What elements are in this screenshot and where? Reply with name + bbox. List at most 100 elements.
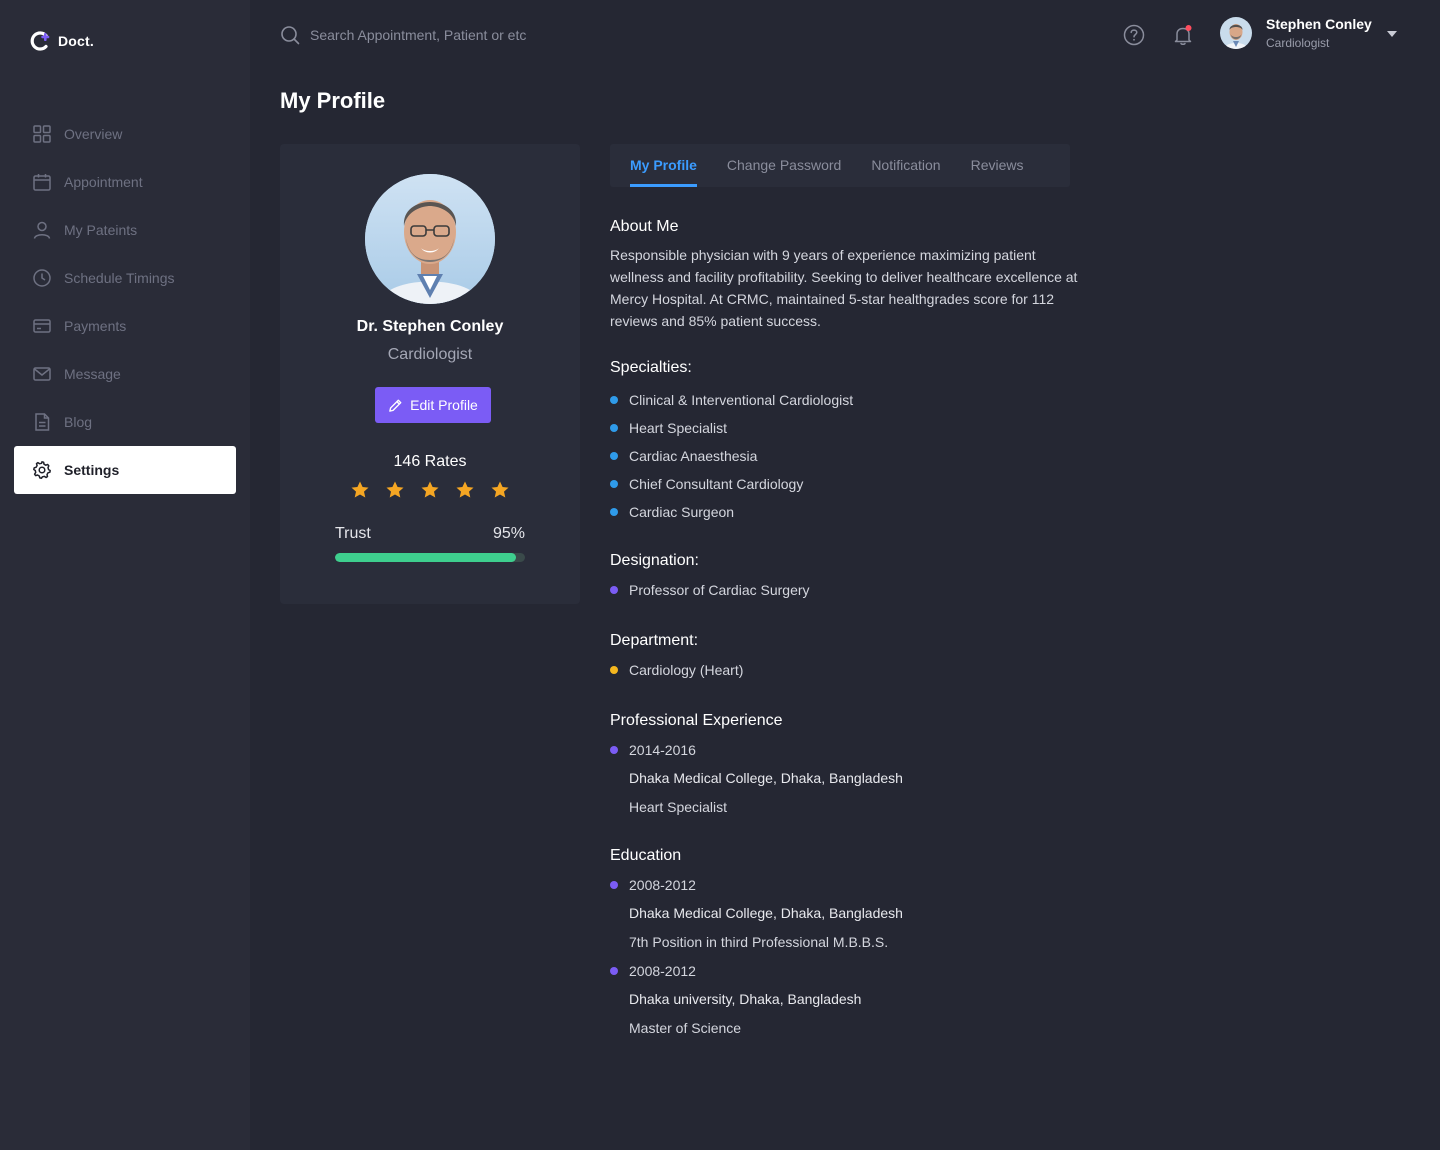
logo-text: Doct. [58,33,94,49]
calendar-icon [33,174,51,191]
education-years: 2008-2012 [629,963,696,979]
star-icon [421,481,439,498]
sidebar: Doct. Overview Appointment My Pateints S… [0,0,250,1150]
sidebar-item-overview[interactable]: Overview [14,110,236,158]
page-title: My Profile [280,88,386,113]
education-detail: 7th Position in third Professional M.B.B… [629,934,889,950]
star-icon [386,481,404,498]
list-item: Clinical & Interventional Cardiologist [610,386,1080,414]
trust-label: Trust [335,525,371,542]
experience-title: Professional Experience [610,712,783,729]
experience-place: Dhaka Medical College, Dhaka, Bangladesh [629,770,903,786]
list-item: 2008-2012 [610,871,1080,899]
profile-details: About Me Responsible physician with 9 ye… [610,218,1080,1043]
star-icon [491,481,509,498]
search-input[interactable] [310,27,670,43]
logo-icon [30,31,50,51]
education-place: Dhaka Medical College, Dhaka, Bangladesh [629,905,903,921]
list-item: Cardiac Anaesthesia [610,442,1080,470]
pencil-icon [389,399,402,412]
sidebar-item-blog[interactable]: Blog [14,398,236,446]
sidebar-item-label: Overview [64,126,123,142]
bullet-dot [610,666,618,674]
about-title: About Me [610,218,679,235]
sidebar-item-payments[interactable]: Payments [14,302,236,350]
designation-title: Designation: [610,552,699,569]
list-item: Heart Specialist [610,414,1080,442]
edit-profile-label: Edit Profile [410,397,478,413]
sidebar-item-label: Message [64,366,121,382]
designation-list: Professor of Cardiac Surgery [610,576,1080,604]
profile-tabs: My Profile Change Password Notification … [610,144,1070,187]
profile-name: Dr. Stephen Conley [356,318,504,335]
bullet-dot [610,967,618,975]
logo[interactable]: Doct. [30,30,94,52]
list-item: 2008-2012 [610,957,1080,985]
sidebar-nav: Overview Appointment My Pateints Schedul… [14,110,236,494]
experience-list: 2014-2016 [610,736,1080,764]
specialties-title: Specialties: [610,359,692,376]
help-icon[interactable] [1123,24,1145,46]
department-label: Cardiology (Heart) [629,662,744,678]
designation-label: Professor of Cardiac Surgery [629,582,810,598]
bullet-dot [610,452,618,460]
search-icon [281,26,300,45]
avatar [1220,17,1252,49]
education-list: 2008-2012 [610,871,1080,899]
sidebar-item-schedule-timings[interactable]: Schedule Timings [14,254,236,302]
edit-profile-button[interactable]: Edit Profile [375,387,491,423]
tab-notification[interactable]: Notification [871,144,940,187]
education-list: 2008-2012 [610,957,1080,985]
user-menu[interactable]: Stephen Conley Cardiologist [1220,16,1397,50]
notification-dot [1185,25,1192,31]
trust-progress-fill [335,553,516,562]
list-item: Cardiology (Heart) [610,656,1080,684]
grid-icon [33,125,51,143]
user-info: Stephen Conley Cardiologist [1266,16,1372,50]
bell-icon[interactable] [1172,24,1194,46]
sidebar-item-message[interactable]: Message [14,350,236,398]
bullet-dot [610,746,618,754]
education-title: Education [610,847,682,864]
bullet-dot [610,396,618,404]
clock-icon [33,269,51,287]
tab-reviews[interactable]: Reviews [971,144,1024,187]
user-name: Stephen Conley [1266,16,1372,32]
list-item: Cardiac Surgeon [610,498,1080,526]
list-item: Professor of Cardiac Surgery [610,576,1080,604]
rating-stars [350,480,510,500]
sidebar-item-label: Schedule Timings [64,270,175,286]
experience-detail: Heart Specialist [629,799,728,815]
specialties-list: Clinical & Interventional Cardiologist H… [610,386,1080,526]
search-bar [280,24,680,46]
star-icon [351,481,369,498]
about-text: Responsible physician with 9 years of ex… [610,247,1078,329]
specialty-label: Chief Consultant Cardiology [629,476,804,492]
specialty-label: Cardiac Surgeon [629,504,735,520]
profile-card: Dr. Stephen Conley Cardiologist Edit Pro… [280,144,580,604]
sidebar-item-appointment[interactable]: Appointment [14,158,236,206]
document-icon [35,413,50,431]
user-role: Cardiologist [1266,36,1330,50]
sidebar-item-label: Payments [64,318,127,334]
specialty-label: Cardiac Anaesthesia [629,448,758,464]
card-icon [33,319,51,333]
sidebar-item-my-patients[interactable]: My Pateints [14,206,236,254]
sidebar-item-label: Blog [64,414,93,430]
tab-my-profile[interactable]: My Profile [630,144,697,187]
sidebar-item-label: Settings [64,462,120,478]
education-place: Dhaka university, Dhaka, Bangladesh [629,991,862,1007]
chevron-down-icon[interactable] [1386,30,1398,38]
gear-icon [33,461,51,479]
trust-value: 95% [492,525,525,542]
list-item: 2014-2016 [610,736,1080,764]
tab-change-password[interactable]: Change Password [727,144,841,187]
sidebar-item-settings[interactable]: Settings [14,446,236,494]
star-icon [456,481,474,498]
bullet-dot [610,586,618,594]
profile-role: Cardiologist [387,346,473,363]
sidebar-item-label: My Pateints [64,222,138,238]
list-item: Chief Consultant Cardiology [610,470,1080,498]
trust-progress-bar [335,553,525,562]
bullet-dot [610,424,618,432]
